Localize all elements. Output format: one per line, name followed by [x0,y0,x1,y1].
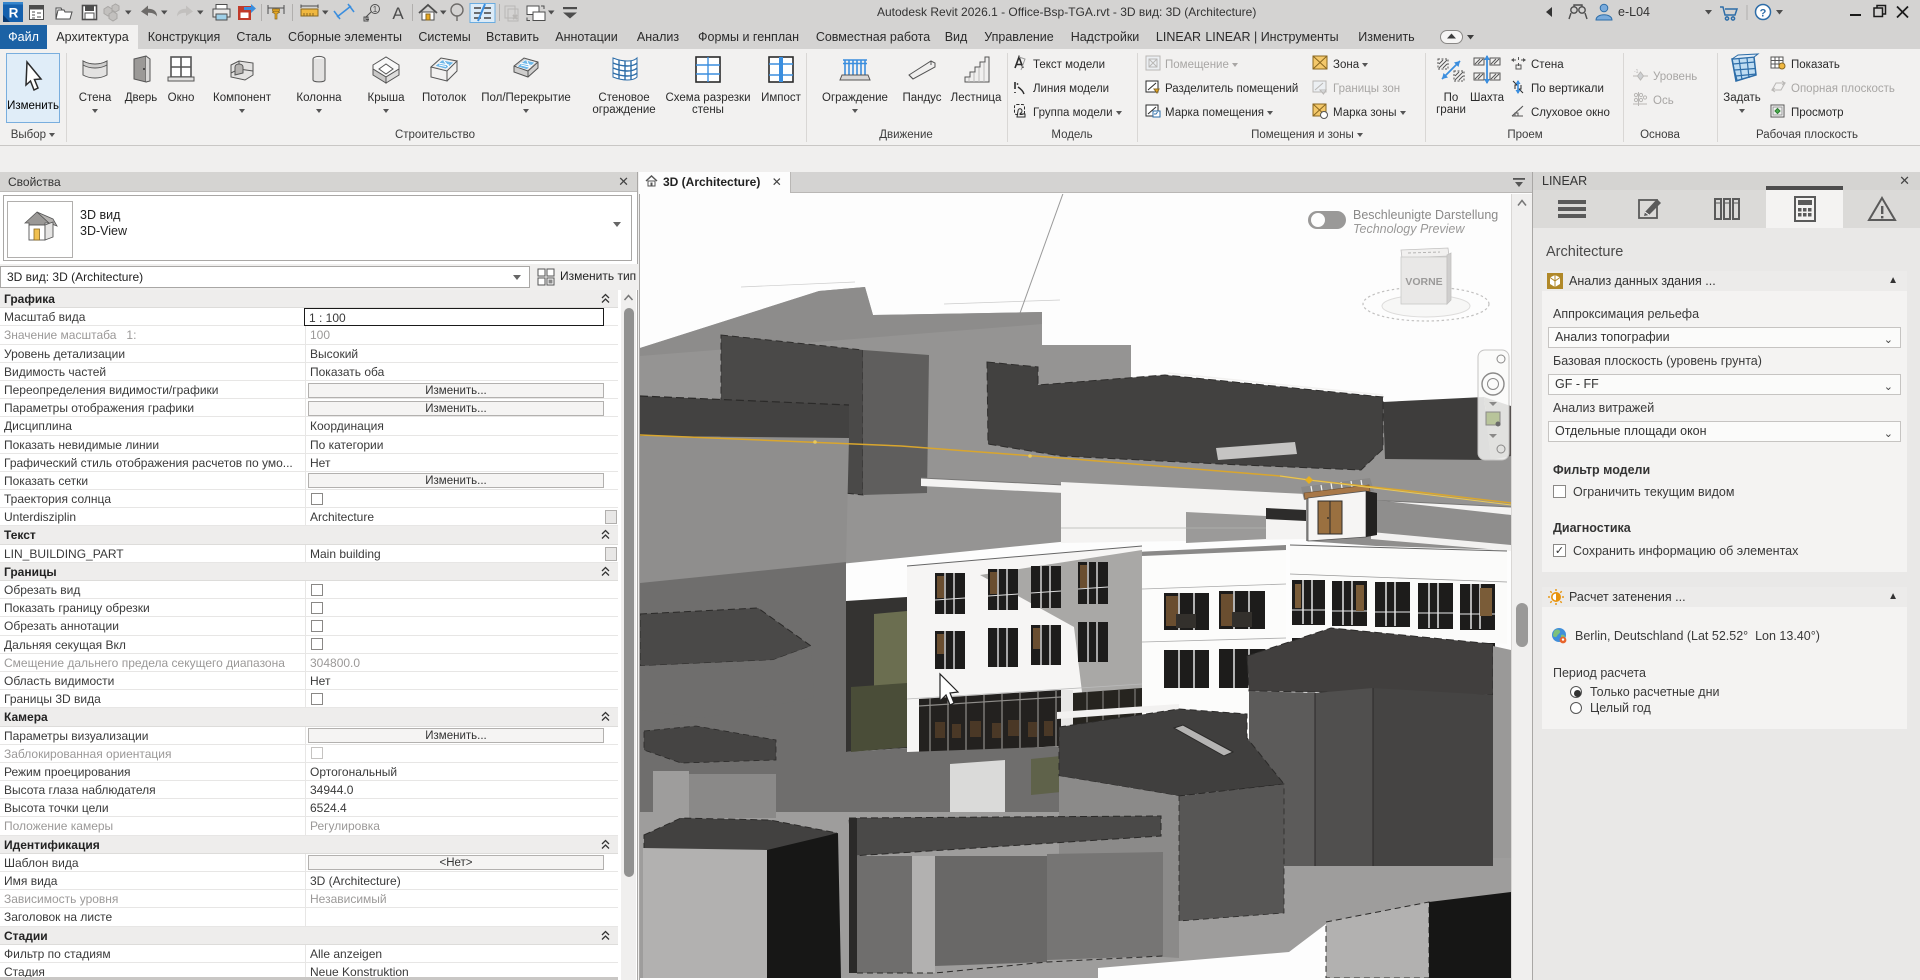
svg-text:Technology Preview: Technology Preview [1353,222,1465,236]
svg-text:e-L04: e-L04 [1618,5,1650,19]
svg-text:R: R [9,6,19,21]
svg-text:VORNE: VORNE [1405,276,1442,288]
svg-text:-1: -1 [1634,69,1639,75]
svg-text:A: A [392,4,404,23]
svg-text:?: ? [1760,8,1767,20]
svg-text:Beschleunigte Darstellung: Beschleunigte Darstellung [1353,208,1498,222]
svg-text:1: 1 [373,5,378,14]
